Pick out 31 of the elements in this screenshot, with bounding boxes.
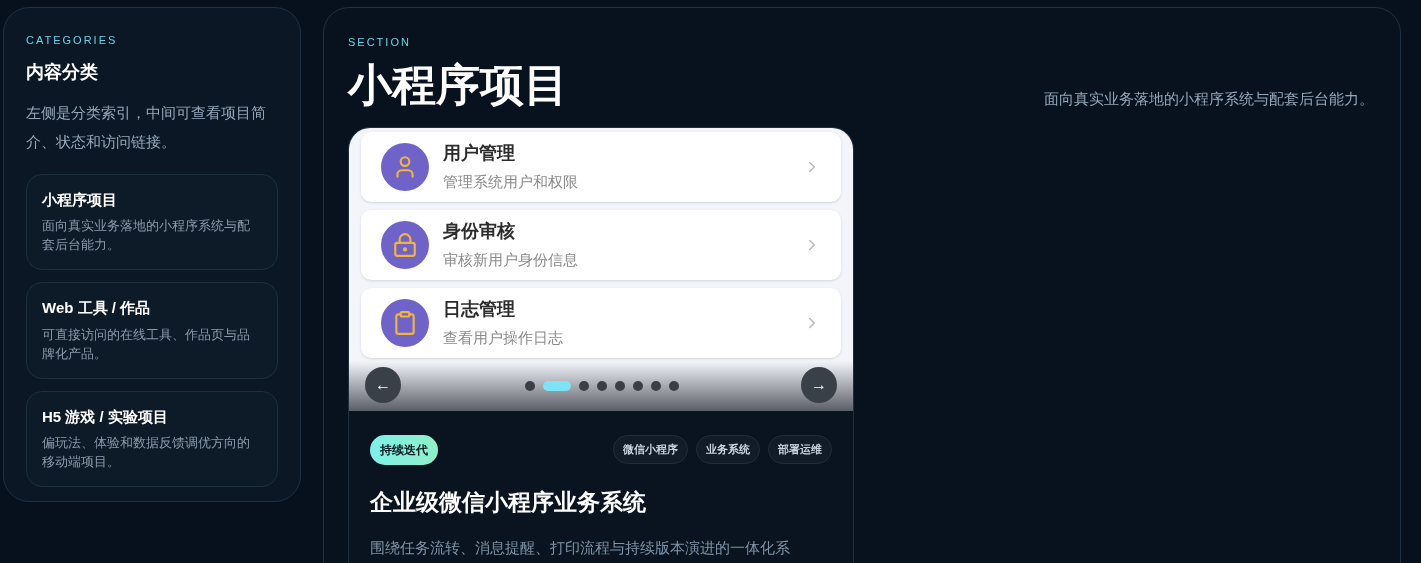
sidebar-title: 内容分类 bbox=[26, 60, 99, 84]
eyebrow-label: CATEGORIES bbox=[26, 33, 119, 48]
tag-chip: 微信小程序 bbox=[613, 435, 688, 464]
category-card[interactable]: Web 工具 / 作品 可直接访问的在线工具、作品页与品牌化产品。 bbox=[26, 282, 278, 379]
row-title: 日志管理 bbox=[443, 297, 516, 321]
category-card[interactable]: 小程序项目 面向真实业务落地的小程序系统与配套后台能力。 bbox=[26, 173, 278, 270]
lock-icon bbox=[392, 231, 418, 258]
category-title: Web 工具 / 作品 bbox=[42, 298, 152, 318]
sidebar-intro: 左侧是分类索引，中间可查看项目简介、状态和访问链接。 bbox=[26, 102, 267, 152]
status-badge: 持续迭代 bbox=[370, 434, 438, 465]
category-title: 小程序项目 bbox=[42, 189, 118, 210]
tag-chip: 部署运维 bbox=[768, 435, 832, 464]
previous-button[interactable]: ← bbox=[365, 366, 401, 403]
section-description: 面向真实业务落地的小程序系统与配套后台能力。 bbox=[1044, 89, 1374, 109]
tag-chip: 业务系统 bbox=[696, 435, 760, 464]
project-description: 围绕任务流转、消息提醒、打印流程与持续版本演进的一体化系 bbox=[370, 538, 791, 558]
project-title: 企业级微信小程序业务系统 bbox=[370, 487, 647, 517]
category-description: 面向真实业务落地的小程序系统与配套后台能力。 bbox=[42, 218, 251, 254]
category-description: 偏玩法、体验和数据反馈调优方向的移动端项目。 bbox=[42, 435, 251, 471]
category-title: H5 游戏 / 实验项目 bbox=[42, 406, 169, 427]
row-subtitle: 查看用户操作日志 bbox=[443, 327, 564, 348]
row-subtitle: 管理系统用户和权限 bbox=[443, 171, 579, 192]
eyebrow-label: SECTION bbox=[348, 35, 412, 50]
clipboard-icon bbox=[392, 309, 418, 336]
category-description: 可直接访问的在线工具、作品页与品牌化产品。 bbox=[42, 326, 251, 363]
section-title: 小程序项目 bbox=[348, 58, 568, 111]
row-title: 用户管理 bbox=[443, 141, 516, 165]
category-card[interactable]: H5 游戏 / 实验项目 偏玩法、体验和数据反馈调优方向的移动端项目。 bbox=[26, 390, 278, 487]
row-title: 身份审核 bbox=[443, 219, 516, 243]
row-subtitle: 审核新用户身份信息 bbox=[443, 249, 579, 270]
next-button[interactable]: → bbox=[801, 366, 837, 403]
